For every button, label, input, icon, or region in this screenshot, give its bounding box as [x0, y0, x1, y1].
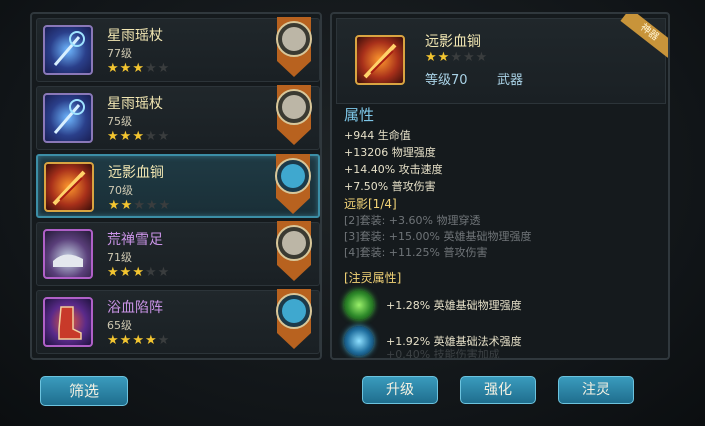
set-bonus-line: [2]套装: +3.60% 物理穿透	[344, 214, 481, 227]
star-filled-icon: ★	[119, 333, 133, 348]
equipment-item-2-selected[interactable]: 远影血锏 70级 ★★★★★	[36, 154, 320, 218]
star-empty-icon: ★	[157, 129, 171, 144]
star-empty-icon: ★	[475, 50, 489, 65]
star-empty-icon: ★	[462, 50, 476, 65]
spirit-bonus-text: +1.28% 英雄基础物理强度	[386, 299, 522, 312]
item-name: 星雨瑶杖	[107, 96, 163, 112]
equipment-item-3[interactable]: 荒禅雪足 71级 ★★★★★	[36, 221, 320, 286]
item-level: 70级	[108, 184, 133, 197]
equipment-item-1[interactable]: 星雨瑶杖 75级 ★★★★★	[36, 85, 320, 150]
star-empty-icon: ★	[157, 61, 171, 76]
star-empty-icon: ★	[144, 265, 158, 280]
detail-level: 等级70	[425, 73, 468, 88]
item-level: 65级	[107, 319, 132, 332]
star-empty-icon: ★	[133, 198, 146, 213]
set-bonus-line: [4]套装: +11.25% 普攻伤害	[344, 246, 488, 259]
star-filled-icon: ★	[119, 265, 133, 280]
star-filled-icon: ★	[107, 265, 120, 280]
detail-item-name: 远影血锏	[425, 34, 481, 50]
star-filled-icon: ★	[108, 198, 121, 213]
star-filled-icon: ★	[107, 333, 120, 348]
star-filled-icon: ★	[144, 333, 158, 348]
item-name: 星雨瑶杖	[107, 28, 163, 44]
star-empty-icon: ★	[144, 129, 158, 144]
item-name: 远影血锏	[108, 165, 164, 181]
star-empty-icon: ★	[145, 198, 159, 213]
blue-orb-icon	[344, 326, 374, 356]
star-empty-icon: ★	[157, 265, 171, 280]
equipment-item-4[interactable]: 浴血陷阵 65级 ★★★★★	[36, 289, 320, 354]
attribute-line: +13206 物理强度	[344, 146, 436, 159]
spirit-bonus-row: +1.28% 英雄基础物理强度	[344, 290, 664, 320]
filter-button[interactable]: 筛选	[40, 376, 128, 406]
star-filled-icon: ★	[120, 198, 134, 213]
star-filled-icon: ★	[437, 50, 451, 65]
equipment-item-0[interactable]: 星雨瑶杖 77级 ★★★★★	[36, 17, 320, 82]
set-bonus-line: [3]套装: +15.00% 英雄基础物理强度	[344, 230, 532, 243]
mace-weapon-icon	[44, 162, 94, 212]
item-level: 71级	[107, 251, 132, 264]
attributes-title: 属性	[344, 106, 375, 124]
star-filled-icon: ★	[425, 50, 438, 65]
set-title: 远影[1/4]	[344, 197, 397, 211]
equipment-list[interactable]: 星雨瑶杖 77级 ★★★★★ 星雨瑶杖 75级 ★★★★★ 远影血锏 70级 ★…	[30, 12, 322, 360]
detail-star-rating: ★★★★★	[425, 50, 488, 65]
star-rating: ★★★★★	[107, 129, 170, 144]
star-filled-icon: ★	[132, 129, 145, 144]
equipment-screen: 星雨瑶杖 77级 ★★★★★ 星雨瑶杖 75级 ★★★★★ 远影血锏 70级 ★…	[0, 0, 705, 426]
mace-weapon-icon	[355, 35, 405, 85]
star-rating: ★★★★★	[107, 333, 170, 348]
item-level: 75级	[107, 115, 132, 128]
attribute-line: +944 生命值	[344, 129, 411, 142]
staff-icon	[43, 25, 93, 75]
star-empty-icon: ★	[144, 61, 158, 76]
star-filled-icon: ★	[132, 265, 145, 280]
attribute-line: +14.40% 攻击速度	[344, 163, 443, 176]
star-rating: ★★★★★	[107, 265, 170, 280]
star-empty-icon: ★	[157, 333, 171, 348]
star-rating: ★★★★★	[108, 198, 171, 213]
spirit-title: [注灵属性]	[344, 271, 402, 285]
artifact-tag: 神器	[620, 14, 668, 58]
star-empty-icon: ★	[450, 50, 463, 65]
hero-portrait-icon	[275, 154, 311, 214]
item-name: 浴血陷阵	[107, 300, 163, 316]
star-filled-icon: ★	[107, 129, 120, 144]
item-name: 荒禅雪足	[107, 232, 163, 248]
star-filled-icon: ★	[107, 61, 120, 76]
boots-icon	[43, 229, 93, 279]
faded-bonus-text: +0.40% 技能伤害加成	[386, 348, 500, 360]
enhance-button[interactable]: 强化	[460, 376, 536, 404]
staff-icon	[43, 93, 93, 143]
boots-icon	[43, 297, 93, 347]
detail-type: 武器	[497, 73, 524, 88]
detail-header: 神器 远影血锏 ★★★★★ 等级70 武器	[336, 14, 668, 104]
star-filled-icon: ★	[119, 61, 133, 76]
equipment-detail-panel: 神器 远影血锏 ★★★★★ 等级70 武器 属性 +944 生命值 +13206…	[330, 12, 670, 360]
star-filled-icon: ★	[132, 333, 145, 348]
star-rating: ★★★★★	[107, 61, 170, 76]
star-filled-icon: ★	[119, 129, 133, 144]
infuse-button[interactable]: 注灵	[558, 376, 634, 404]
hero-portrait-icon	[276, 85, 312, 145]
attribute-line: +7.50% 普攻伤害	[344, 180, 436, 193]
upgrade-button[interactable]: 升级	[362, 376, 438, 404]
green-orb-icon	[344, 290, 374, 320]
hero-portrait-icon	[276, 289, 312, 349]
star-empty-icon: ★	[158, 198, 172, 213]
hero-portrait-icon	[276, 17, 312, 77]
star-filled-icon: ★	[132, 61, 145, 76]
hero-portrait-icon	[276, 221, 312, 281]
item-level: 77级	[107, 47, 132, 60]
